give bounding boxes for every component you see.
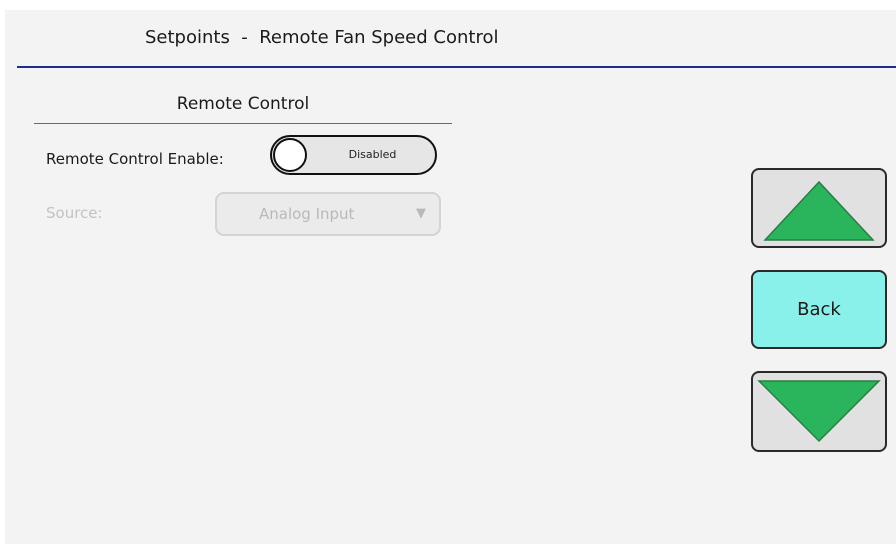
source-label: Source: <box>46 204 103 222</box>
source-dropdown-value: Analog Input <box>259 205 355 223</box>
up-triangle-icon <box>763 180 875 241</box>
scroll-down-button[interactable] <box>751 371 887 452</box>
toggle-state-text: Disabled <box>348 148 397 161</box>
source-dropdown[interactable]: Analog Input ▼ <box>215 192 441 236</box>
page-title: Setpoints - Remote Fan Speed Control <box>145 27 499 48</box>
chevron-down-icon: ▼ <box>416 206 426 221</box>
section-title: Remote Control <box>176 94 310 114</box>
remote-control-enable-toggle[interactable]: Disabled <box>270 135 437 175</box>
remote-control-enable-label: Remote Control Enable: <box>46 150 224 168</box>
section-divider <box>34 123 452 124</box>
title-divider <box>17 66 896 68</box>
down-triangle-icon <box>757 380 881 443</box>
back-button[interactable]: Back <box>751 270 887 349</box>
toggle-knob <box>273 138 307 172</box>
scroll-up-button[interactable] <box>751 168 887 248</box>
back-button-label: Back <box>797 299 841 320</box>
